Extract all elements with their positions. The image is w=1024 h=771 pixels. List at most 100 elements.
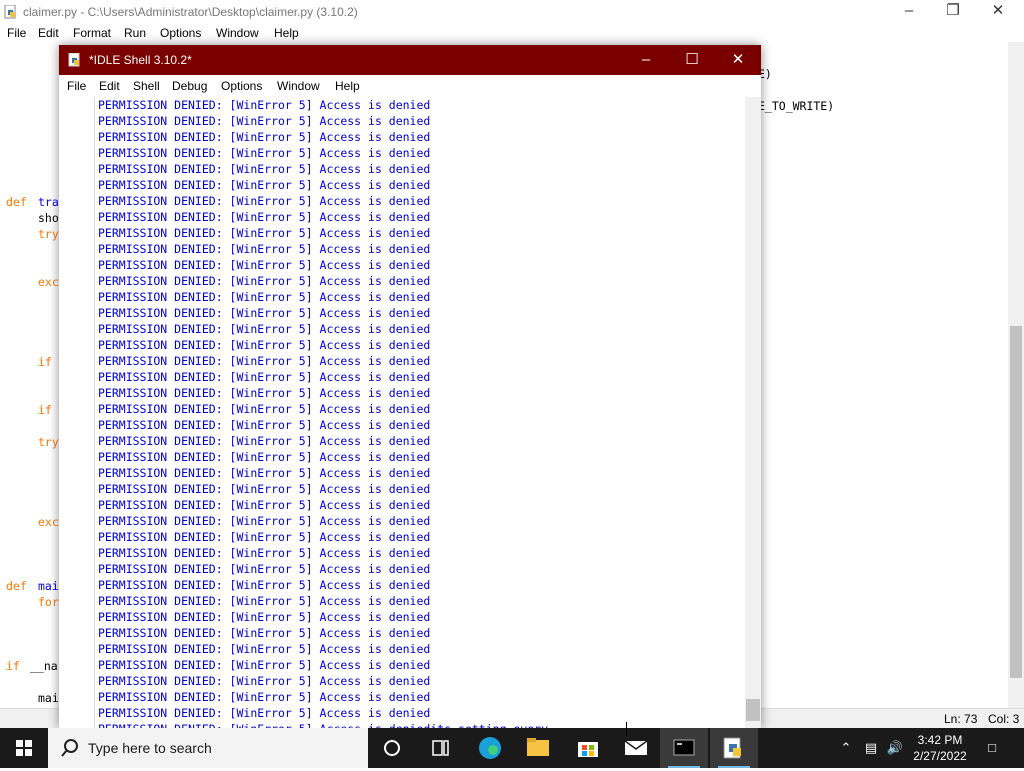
clock-time: 3:42 PM: [917, 733, 963, 747]
shell-output-line: PERMISSION DENIED: [WinError 5] Access i…: [98, 162, 431, 176]
menu-edit[interactable]: Edit: [38, 26, 59, 40]
shell-output-line: PERMISSION DENIED: [WinError 5] Access i…: [98, 114, 431, 128]
search-icon: [61, 739, 78, 757]
taskbar-store[interactable]: [564, 728, 612, 768]
terminal-icon: [673, 739, 695, 756]
keyword: try: [38, 435, 59, 449]
menu-window[interactable]: Window: [216, 26, 259, 40]
cortana-circle-icon: [384, 740, 400, 756]
func-name: mai: [38, 579, 59, 593]
editor-scrollbar[interactable]: [1008, 42, 1024, 708]
menu-format[interactable]: Format: [73, 26, 111, 40]
keyword: for: [38, 595, 59, 609]
keyword: exc: [38, 275, 59, 289]
search-box[interactable]: Type here to search: [48, 728, 368, 768]
shell-output-line: PERMISSION DENIED: [WinError 5] Access i…: [98, 562, 431, 576]
shell-output-line: PERMISSION DENIED: [WinError 5] Access i…: [98, 242, 431, 256]
shell-output-line: PERMISSION DENIED: [WinError 5] Access i…: [98, 290, 431, 304]
shell-output-line: PERMISSION DENIED: [WinError 5] Access i…: [98, 306, 431, 320]
menu-file[interactable]: File: [7, 26, 26, 40]
shell-output-line: PERMISSION DENIED: [WinError 5] Access i…: [98, 450, 431, 464]
shell-output-line: PERMISSION DENIED: [WinError 5] Access i…: [98, 178, 431, 192]
shell-menu-window[interactable]: Window: [277, 79, 320, 93]
search-placeholder: Type here to search: [88, 740, 212, 756]
func-name: tra: [38, 195, 59, 209]
close-button[interactable]: ✕: [975, 0, 1021, 24]
taskbar-terminal[interactable]: [660, 728, 708, 768]
shell-output-line: PERMISSION DENIED: [WinError 5] Access i…: [98, 466, 431, 480]
store-bag-icon: [578, 742, 598, 757]
keyword-def: def: [6, 579, 27, 593]
volume-icon[interactable]: 🔊: [884, 728, 906, 768]
editor-menubar: File Edit Format Run Options Window Help: [0, 24, 1024, 42]
shell-output-line: PERMISSION DENIED: [WinError 5] Access i…: [98, 498, 431, 512]
shell-scrollbar-thumb[interactable]: [746, 699, 760, 721]
taskbar-mail[interactable]: [612, 728, 660, 768]
shell-menu-options[interactable]: Options: [221, 79, 262, 93]
shell-output-line: PERMISSION DENIED: [WinError 5] Access i…: [98, 402, 431, 416]
shell-menu-file[interactable]: File: [67, 79, 86, 93]
shell-menu-debug[interactable]: Debug: [172, 79, 207, 93]
keyword-def: def: [6, 195, 27, 209]
minimize-button[interactable]: –: [886, 0, 932, 24]
text-cursor: [626, 722, 627, 736]
line-indicator: Ln: 73: [944, 712, 978, 726]
task-view-icon: [432, 740, 449, 756]
shell-output-line: PERMISSION DENIED: [WinError 5] Access i…: [98, 146, 431, 160]
shell-output-line: PERMISSION DENIED: [WinError 5] Access i…: [98, 210, 431, 224]
menu-options[interactable]: Options: [160, 26, 201, 40]
shell-output-line: PERMISSION DENIED: [WinError 5] Access i…: [98, 258, 431, 272]
code-fragment: sho: [38, 211, 59, 225]
shell-output-line: PERMISSION DENIED: [WinError 5] Access i…: [98, 546, 431, 560]
editor-titlebar[interactable]: claimer.py - C:\Users\Administrator\Desk…: [0, 0, 1024, 24]
shell-output-line: PERMISSION DENIED: [WinError 5] Access i…: [98, 626, 431, 640]
shell-output-line: PERMISSION DENIED: [WinError 5] Access i…: [98, 594, 431, 608]
network-icon[interactable]: ▤: [860, 728, 882, 768]
shell-close-button[interactable]: ✕: [715, 45, 761, 75]
shell-titlebar[interactable]: *IDLE Shell 3.10.2* – ☐ ✕: [59, 45, 761, 75]
shell-output-area[interactable]: PERMISSION DENIED: [WinError 5] Access i…: [95, 97, 745, 728]
taskbar-task-view[interactable]: [416, 728, 464, 768]
shell-output-line: PERMISSION DENIED: [WinError 5] Access i…: [98, 226, 431, 240]
shell-output-line: PERMISSION DENIED: [WinError 5] Access i…: [98, 482, 431, 496]
shell-output-line: PERMISSION DENIED: [WinError 5] Access i…: [98, 386, 431, 400]
taskbar-python-idle[interactable]: [710, 728, 758, 768]
keyword-if: if: [6, 659, 20, 673]
clock[interactable]: 3:42 PM 2/27/2022: [905, 732, 975, 764]
shell-output-line: PERMISSION DENIED: [WinError 5] Access i…: [98, 674, 431, 688]
taskbar-file-explorer[interactable]: [514, 728, 562, 768]
shell-output-line: PERMISSION DENIED: [WinError 5] Access i…: [98, 130, 431, 144]
shell-menu-help[interactable]: Help: [335, 79, 360, 93]
windows-logo-icon: [16, 740, 32, 756]
taskbar-edge[interactable]: [466, 728, 514, 768]
start-button[interactable]: [0, 728, 48, 768]
notification-icon[interactable]: □: [978, 728, 1006, 768]
shell-scrollbar[interactable]: [745, 97, 761, 728]
task-view-button[interactable]: [368, 728, 416, 768]
shell-output-line: PERMISSION DENIED: [WinError 5] Access i…: [98, 194, 431, 208]
shell-output-line: PERMISSION DENIED: [WinError 5] Access i…: [98, 610, 431, 624]
code-fragment: __na: [30, 659, 58, 673]
editor-title: claimer.py - C:\Users\Administrator\Desk…: [23, 5, 358, 19]
shell-maximize-button[interactable]: ☐: [669, 45, 715, 75]
shell-menu-shell[interactable]: Shell: [133, 79, 160, 93]
folder-icon: [527, 738, 549, 756]
menu-run[interactable]: Run: [124, 26, 146, 40]
shell-menu-edit[interactable]: Edit: [99, 79, 120, 93]
mail-icon: [624, 740, 648, 755]
scrollbar-thumb[interactable]: [1010, 326, 1022, 678]
shell-output-line-partial: PERMISSION DENIED: [WinError 5] Access i…: [98, 721, 548, 728]
shell-output-line: PERMISSION DENIED: [WinError 5] Access i…: [98, 322, 431, 336]
shell-output-line: PERMISSION DENIED: [WinError 5] Access i…: [98, 514, 431, 528]
show-hidden-icons-button[interactable]: ⌃: [836, 728, 856, 768]
shell-minimize-button[interactable]: –: [623, 45, 669, 75]
keyword: if: [38, 403, 52, 417]
clock-date: 2/27/2022: [913, 749, 967, 763]
shell-output-line: PERMISSION DENIED: [WinError 5] Access i…: [98, 338, 431, 352]
keyword: try: [38, 227, 59, 241]
shell-menubar: File Edit Shell Debug Options Window Hel…: [59, 75, 761, 97]
shell-output-line: PERMISSION DENIED: [WinError 5] Access i…: [98, 434, 431, 448]
menu-help[interactable]: Help: [274, 26, 299, 40]
code-fragment: mai: [38, 691, 59, 705]
maximize-button[interactable]: ❐: [930, 0, 976, 24]
